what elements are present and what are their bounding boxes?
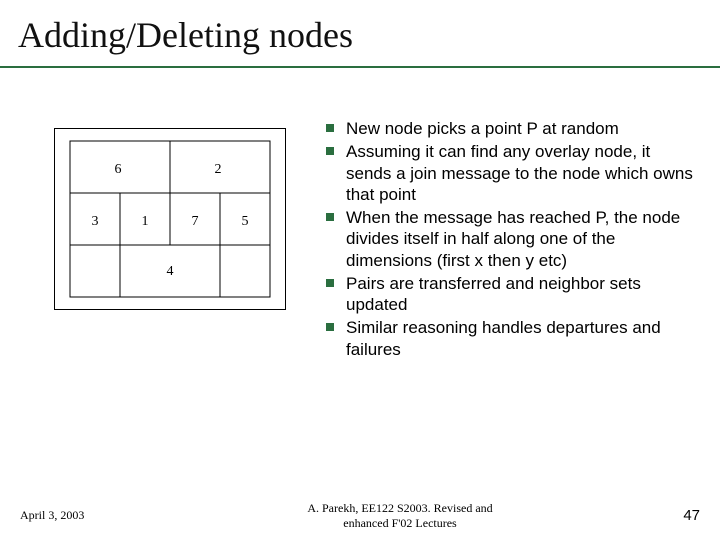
bullet-item: Similar reasoning handles departures and…	[324, 317, 696, 360]
bullets-column: New node picks a point P at random Assum…	[324, 118, 696, 362]
bullet-item: Assuming it can find any overlay node, i…	[324, 141, 696, 205]
diagram-column: 6 2 3 1 7 5 4	[40, 118, 300, 362]
bullet-list: New node picks a point P at random Assum…	[324, 118, 696, 360]
slide-title: Adding/Deleting nodes	[18, 14, 720, 56]
content-area: 6 2 3 1 7 5 4 New node picks a point P a…	[0, 68, 720, 362]
cell-label-6: 6	[115, 162, 122, 177]
footer-credit-line2: enhanced F'02 Lectures	[343, 516, 456, 530]
cell-label-3: 3	[92, 214, 99, 229]
cell-label-2: 2	[215, 162, 222, 177]
footer-date: April 3, 2003	[20, 508, 160, 523]
partition-diagram: 6 2 3 1 7 5 4	[54, 128, 286, 310]
cell-label-5: 5	[242, 214, 249, 229]
cell-label-1: 1	[142, 214, 149, 229]
footer-page-number: 47	[640, 507, 700, 524]
title-bar: Adding/Deleting nodes	[0, 0, 720, 68]
footer: April 3, 2003 A. Parekh, EE122 S2003. Re…	[0, 501, 720, 530]
bullet-item: Pairs are transferred and neighbor sets …	[324, 273, 696, 316]
cell-label-7: 7	[192, 214, 199, 229]
bullet-item: When the message has reached P, the node…	[324, 207, 696, 271]
bullet-item: New node picks a point P at random	[324, 118, 696, 139]
footer-credit: A. Parekh, EE122 S2003. Revised and enha…	[160, 501, 640, 530]
cell-label-4: 4	[167, 264, 174, 279]
footer-credit-line1: A. Parekh, EE122 S2003. Revised and	[307, 501, 492, 515]
